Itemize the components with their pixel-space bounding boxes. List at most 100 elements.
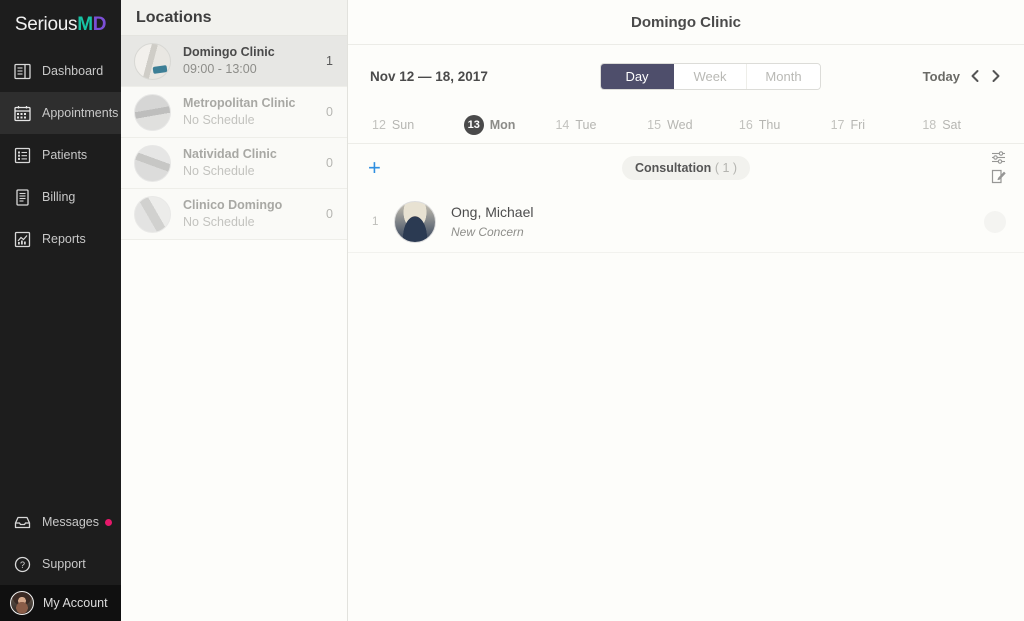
sidebar-item-billing[interactable]: Billing <box>0 176 121 218</box>
list-icon <box>12 145 32 165</box>
location-count: 0 <box>326 105 333 119</box>
main-content: Domingo Clinic Nov 12 — 18, 2017 Day Wee… <box>348 0 1024 621</box>
day-number: 14 <box>555 118 570 132</box>
svg-text:?: ? <box>19 560 24 570</box>
sliders-icon[interactable] <box>991 151 1006 164</box>
dashboard-icon <box>12 61 32 81</box>
day-number: 13 <box>463 115 484 135</box>
appointment-group-header: + Consultation ( 1 ) <box>348 144 1024 191</box>
chevron-right-icon[interactable] <box>990 68 1002 84</box>
logo-text-serious: Serious <box>14 13 78 35</box>
group-title-chip: Consultation ( 1 ) <box>621 155 751 180</box>
day-weekday: Fri <box>850 118 866 132</box>
day-cell-16[interactable]: 16 Thu <box>739 118 831 132</box>
sidebar-item-label: Support <box>42 557 86 571</box>
day-number: 18 <box>922 118 937 132</box>
location-name: Metropolitan Clinic <box>183 96 296 111</box>
document-icon <box>12 187 32 207</box>
sidebar-item-dashboard[interactable]: Dashboard <box>0 50 121 92</box>
page-title: Domingo Clinic <box>631 13 741 31</box>
sidebar-item-my-account[interactable]: My Account <box>0 585 121 621</box>
day-cell-18[interactable]: 18 Sat <box>922 118 1014 132</box>
tab-day[interactable]: Day <box>601 63 674 89</box>
question-circle-icon: ? <box>12 554 32 574</box>
sidebar-item-reports[interactable]: Reports <box>0 218 121 260</box>
location-item-clinico-domingo[interactable]: Clinico Domingo No Schedule 0 <box>121 189 347 240</box>
locations-header: Locations <box>121 0 347 36</box>
status-badge[interactable] <box>984 210 1006 233</box>
app-root: SeriousMD Dashboard Appointments Patient… <box>0 0 1024 621</box>
main-header: Domingo Clinic <box>348 0 1024 45</box>
location-count: 0 <box>326 207 333 221</box>
chevron-left-icon[interactable] <box>969 68 981 84</box>
appointment-index: 1 <box>372 215 379 228</box>
sidebar-item-messages[interactable]: Messages <box>0 501 121 543</box>
location-name: Clinico Domingo <box>183 198 283 213</box>
tab-month[interactable]: Month <box>747 63 820 89</box>
app-logo[interactable]: SeriousMD <box>0 0 121 44</box>
sidebar-item-label: Dashboard <box>42 64 104 78</box>
patient-avatar <box>394 200 436 243</box>
day-cell-12[interactable]: 12 Sun <box>372 118 464 132</box>
group-count: ( 1 ) <box>714 160 738 175</box>
tab-week[interactable]: Week <box>674 63 747 89</box>
day-cell-15[interactable]: 15 Wed <box>647 118 739 132</box>
day-number: 17 <box>830 118 845 132</box>
location-thumbnail <box>134 42 171 80</box>
account-label: My Account <box>43 596 108 610</box>
day-number: 12 <box>372 118 386 132</box>
sidebar-item-label: Appointments <box>42 106 119 120</box>
location-schedule: 09:00 - 13:00 <box>183 62 257 76</box>
appointment-row[interactable]: 1 Ong, Michael New Concern <box>348 191 1024 253</box>
sidebar-bottom: Messages ? Support My Account <box>0 501 121 621</box>
location-schedule: No Schedule <box>183 113 255 127</box>
chart-icon <box>12 229 32 249</box>
day-cell-13[interactable]: 13 Mon <box>463 115 556 135</box>
location-thumbnail <box>134 144 171 182</box>
sidebar-item-support[interactable]: ? Support <box>0 543 121 585</box>
sidebar: SeriousMD Dashboard Appointments Patient… <box>0 0 121 621</box>
calendar-icon <box>12 103 32 123</box>
location-name: Domingo Clinic <box>183 45 275 60</box>
today-button[interactable]: Today <box>923 69 960 84</box>
group-title: Consultation <box>634 160 712 175</box>
day-cell-14[interactable]: 14 Tue <box>555 118 647 132</box>
group-actions <box>991 151 1006 184</box>
edit-note-icon[interactable] <box>991 169 1006 184</box>
day-cell-17[interactable]: 17 Fri <box>831 118 923 132</box>
sidebar-item-patients[interactable]: Patients <box>0 134 121 176</box>
appointment-reason: New Concern <box>451 225 524 239</box>
sidebar-item-label: Billing <box>42 190 76 204</box>
locations-title: Locations <box>136 8 212 26</box>
location-schedule: No Schedule <box>183 164 255 178</box>
inbox-icon <box>12 512 32 532</box>
location-count: 1 <box>326 54 333 68</box>
day-number: 15 <box>647 118 662 132</box>
locations-panel: Locations Domingo Clinic 09:00 - 13:00 1… <box>121 0 348 621</box>
location-schedule: No Schedule <box>183 215 255 229</box>
day-weekday: Wed <box>667 118 693 132</box>
location-thumbnail <box>134 195 171 233</box>
day-weekday: Thu <box>758 118 781 132</box>
sidebar-item-appointments[interactable]: Appointments <box>0 92 121 134</box>
sidebar-nav: Dashboard Appointments Patients Billing <box>0 50 121 260</box>
logo-text-m: M <box>77 13 93 35</box>
day-weekday: Tue <box>575 118 597 132</box>
date-navigation: Today <box>923 68 1002 84</box>
day-number: 16 <box>738 118 753 132</box>
messages-badge-dot <box>104 518 112 526</box>
location-thumbnail <box>134 93 171 131</box>
view-switcher: Day Week Month <box>600 62 821 90</box>
avatar <box>10 591 34 615</box>
day-weekday: Sun <box>391 118 415 132</box>
logo-text-d: D <box>92 13 107 35</box>
day-strip: 12 Sun 13 Mon 14 Tue 15 Wed 16 Thu 17 Fr… <box>348 107 1024 144</box>
location-count: 0 <box>326 156 333 170</box>
day-weekday: Sat <box>942 118 961 132</box>
location-item-domingo-clinic[interactable]: Domingo Clinic 09:00 - 13:00 1 <box>121 36 347 87</box>
add-appointment-button[interactable]: + <box>368 156 388 179</box>
location-item-metropolitan-clinic[interactable]: Metropolitan Clinic No Schedule 0 <box>121 87 347 138</box>
location-item-natividad-clinic[interactable]: Natividad Clinic No Schedule 0 <box>121 138 347 189</box>
day-weekday: Mon <box>489 118 516 132</box>
sidebar-item-label: Reports <box>42 232 86 246</box>
